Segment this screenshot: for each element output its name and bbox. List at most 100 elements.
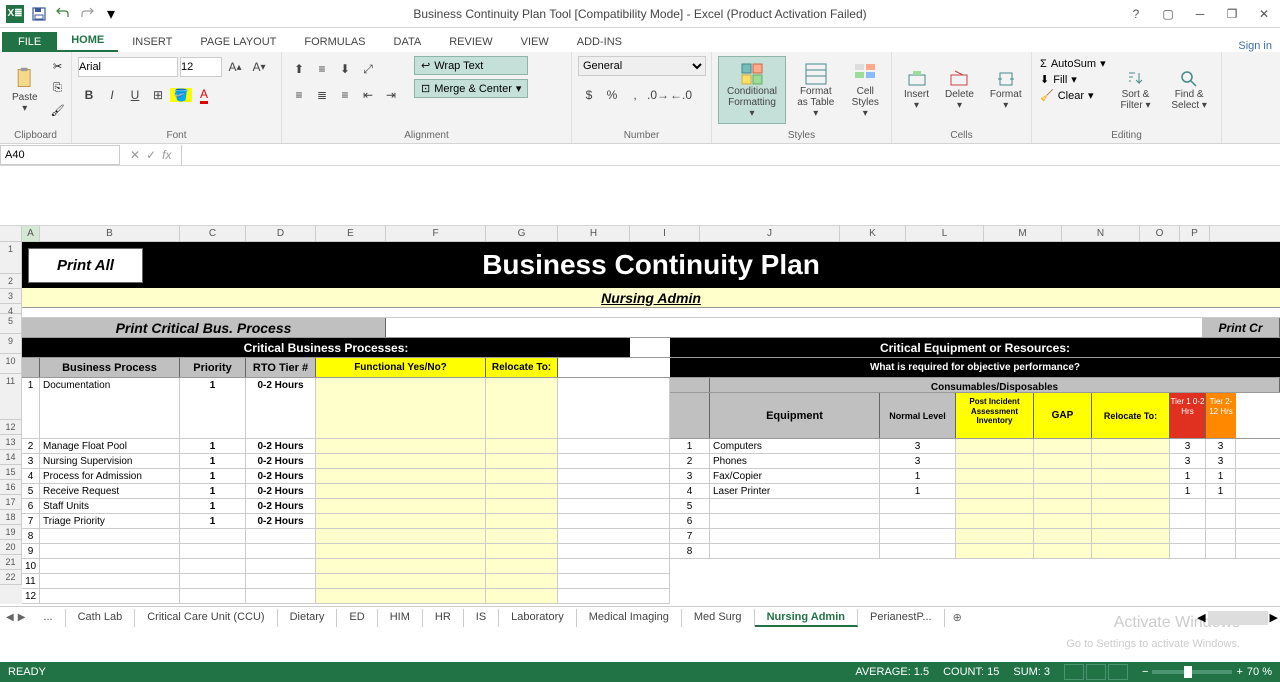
equipment-row[interactable]: 4Laser Printer111: [670, 484, 1280, 499]
paste-button[interactable]: Paste ▾: [6, 56, 44, 124]
col-header[interactable]: M: [984, 226, 1062, 241]
process-row[interactable]: 7 Triage Priority 1 0-2 Hours: [22, 514, 670, 529]
tab-data[interactable]: DATA: [380, 32, 436, 52]
view-page-layout-icon[interactable]: [1086, 664, 1106, 680]
tab-home[interactable]: HOME: [57, 30, 118, 52]
save-icon[interactable]: [28, 3, 50, 25]
sheet-tab[interactable]: ...: [31, 609, 65, 627]
col-header[interactable]: C: [180, 226, 246, 241]
print-crit-button[interactable]: Print Critical Bus. Process: [22, 318, 386, 337]
process-row[interactable]: 10: [22, 559, 670, 574]
process-row[interactable]: 8: [22, 529, 670, 544]
sheet-tab[interactable]: Med Surg: [682, 609, 755, 627]
clear-button[interactable]: 🧹 Clear ▾: [1038, 88, 1108, 103]
tab-nav-prev-icon[interactable]: ◀: [6, 612, 14, 623]
name-box[interactable]: A40: [0, 145, 120, 165]
print-all-button[interactable]: Print All: [28, 248, 143, 283]
sheet-tab[interactable]: ED: [337, 609, 377, 627]
process-row[interactable]: 2 Manage Float Pool 1 0-2 Hours: [22, 439, 670, 454]
zoom-level[interactable]: 70 %: [1247, 666, 1272, 678]
process-row[interactable]: 9: [22, 544, 670, 559]
help-icon[interactable]: ?: [1124, 4, 1148, 24]
file-tab[interactable]: FILE: [2, 32, 57, 52]
sheet-tab[interactable]: HR: [423, 609, 464, 627]
accounting-format-icon[interactable]: $: [578, 84, 600, 106]
select-all-corner[interactable]: [0, 226, 22, 241]
sheet-tab[interactable]: Critical Care Unit (CCU): [135, 609, 277, 627]
decrease-decimal-icon[interactable]: ←.0: [670, 84, 692, 106]
fx-icon[interactable]: fx: [162, 148, 171, 162]
equipment-row[interactable]: 6: [670, 514, 1280, 529]
font-name-select[interactable]: [78, 57, 178, 77]
zoom-in-icon[interactable]: +: [1236, 666, 1242, 678]
cell-styles-button[interactable]: Cell Styles ▾: [846, 56, 885, 124]
wrap-text-button[interactable]: ↩ Wrap Text: [414, 56, 528, 75]
print-crit2-button[interactable]: Print Cr: [1202, 318, 1280, 337]
col-header[interactable]: J: [700, 226, 840, 241]
scroll-left-icon[interactable]: ◀: [1197, 611, 1205, 624]
insert-cells-button[interactable]: Insert▾: [898, 56, 935, 124]
sheet-tab[interactable]: Laboratory: [499, 609, 577, 627]
zoom-slider[interactable]: [1152, 670, 1232, 674]
col-header[interactable]: L: [906, 226, 984, 241]
sheet-tab[interactable]: PerianestP...: [858, 609, 945, 627]
process-row[interactable]: 1 Documentation 1 0-2 Hours: [22, 378, 670, 439]
zoom-out-icon[interactable]: −: [1142, 666, 1148, 678]
col-header[interactable]: A: [22, 226, 40, 241]
sheet-tab[interactable]: Dietary: [278, 609, 338, 627]
process-row[interactable]: 4 Process for Admission 1 0-2 Hours: [22, 469, 670, 484]
conditional-formatting-button[interactable]: Conditional Formatting ▾: [718, 56, 786, 124]
ribbon-toggle-icon[interactable]: ▢: [1156, 4, 1180, 24]
enter-formula-icon[interactable]: ✓: [146, 148, 156, 162]
col-header[interactable]: P: [1180, 226, 1210, 241]
col-header[interactable]: G: [486, 226, 558, 241]
align-center-icon[interactable]: ≣: [311, 84, 333, 106]
tab-formulas[interactable]: FORMULAS: [290, 32, 379, 52]
tab-review[interactable]: REVIEW: [435, 32, 506, 52]
equipment-row[interactable]: 1Computers333: [670, 439, 1280, 454]
merge-center-button[interactable]: ⊡ Merge & Center ▾: [414, 79, 528, 98]
comma-format-icon[interactable]: ,: [624, 84, 646, 106]
view-normal-icon[interactable]: [1064, 664, 1084, 680]
equipment-row[interactable]: 5: [670, 499, 1280, 514]
underline-button[interactable]: U: [124, 84, 146, 106]
minimize-icon[interactable]: ─: [1188, 4, 1212, 24]
fill-button[interactable]: ⬇ Fill ▾: [1038, 72, 1108, 87]
tab-insert[interactable]: INSERT: [118, 32, 186, 52]
sort-filter-button[interactable]: Sort & Filter ▾: [1112, 56, 1160, 124]
autosum-button[interactable]: Σ AutoSum ▾: [1038, 56, 1108, 71]
fill-color-button[interactable]: 🪣: [170, 84, 192, 106]
align-bottom-icon[interactable]: ⬇: [334, 58, 356, 80]
font-size-select[interactable]: [180, 57, 222, 77]
col-header[interactable]: F: [386, 226, 486, 241]
delete-cells-button[interactable]: Delete▾: [939, 56, 980, 124]
increase-font-icon[interactable]: A▴: [224, 56, 246, 78]
format-painter-icon[interactable]: 🖌: [48, 100, 68, 120]
percent-format-icon[interactable]: %: [601, 84, 623, 106]
process-row[interactable]: 12: [22, 589, 670, 604]
col-header[interactable]: E: [316, 226, 386, 241]
increase-indent-icon[interactable]: ⇥: [380, 84, 402, 106]
excel-icon[interactable]: X≣: [4, 3, 26, 25]
formula-input[interactable]: [182, 145, 1280, 165]
increase-decimal-icon[interactable]: .0→: [647, 84, 669, 106]
tab-view[interactable]: VIEW: [507, 32, 563, 52]
copy-icon[interactable]: ⎘: [48, 78, 68, 98]
format-as-table-button[interactable]: Format as Table ▾: [790, 56, 842, 124]
cut-icon[interactable]: ✂: [48, 56, 68, 76]
sheet-tab[interactable]: Cath Lab: [66, 609, 136, 627]
grid[interactable]: Print All Business Continuity Plan Nursi…: [22, 242, 1280, 604]
align-middle-icon[interactable]: ≡: [311, 58, 333, 80]
sign-in-link[interactable]: Sign in: [1238, 40, 1272, 52]
col-header[interactable]: D: [246, 226, 316, 241]
undo-icon[interactable]: [52, 3, 74, 25]
col-header[interactable]: K: [840, 226, 906, 241]
align-top-icon[interactable]: ⬆: [288, 58, 310, 80]
decrease-font-icon[interactable]: A▾: [248, 56, 270, 78]
col-header[interactable]: B: [40, 226, 180, 241]
border-button[interactable]: ⊞: [147, 84, 169, 106]
equipment-row[interactable]: 8: [670, 544, 1280, 559]
bold-button[interactable]: B: [78, 84, 100, 106]
sheet-tab[interactable]: Medical Imaging: [577, 609, 682, 627]
orientation-icon[interactable]: ⤢: [357, 58, 379, 80]
